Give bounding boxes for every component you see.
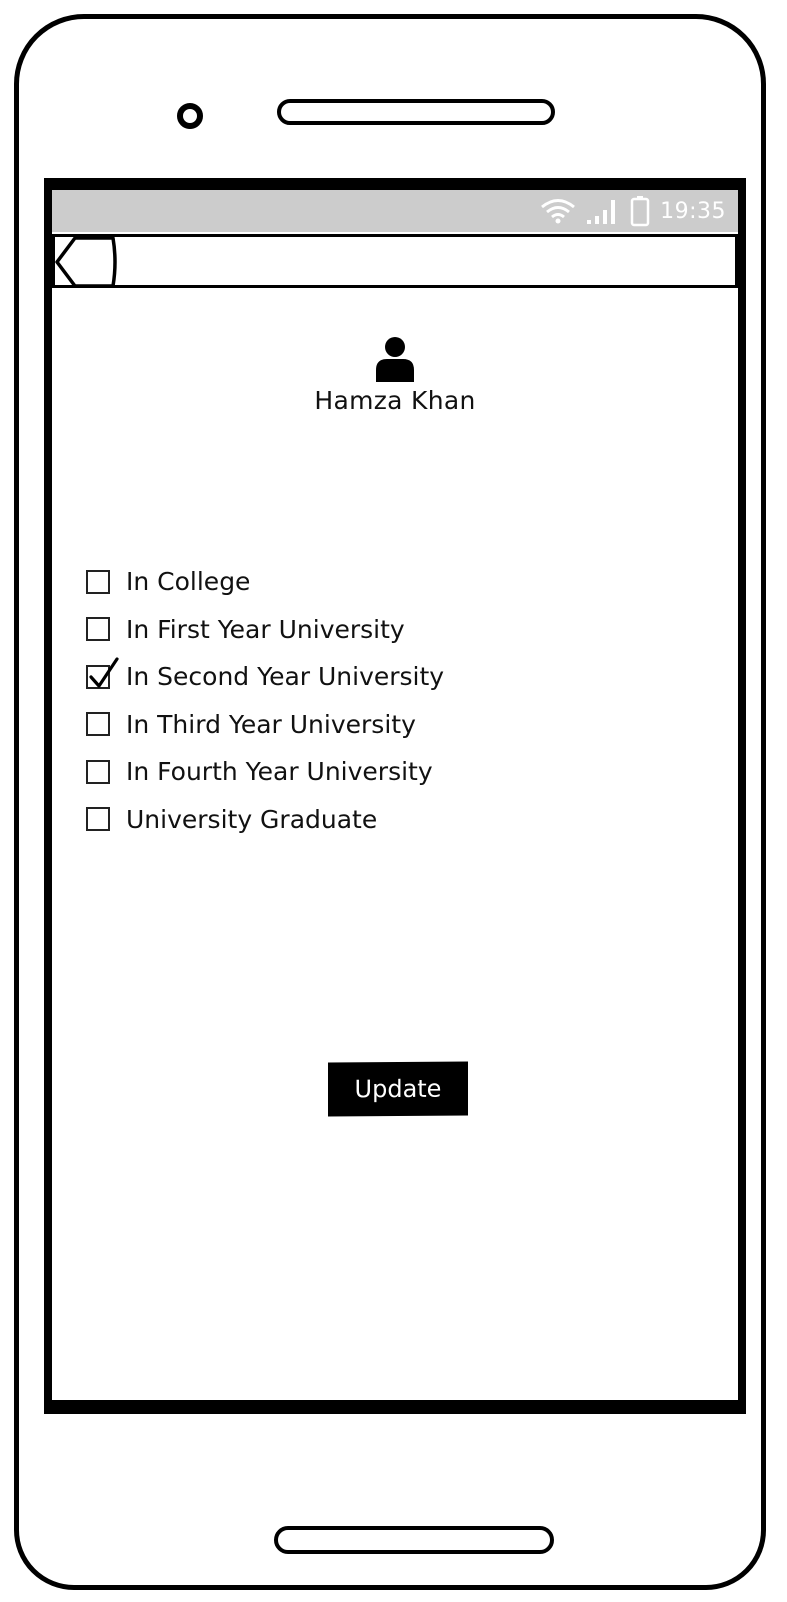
wifi-icon (540, 198, 576, 224)
status-icons: 19:35 (540, 195, 726, 227)
signal-icon (586, 197, 620, 225)
checkbox[interactable] (86, 569, 110, 594)
checkbox[interactable] (86, 807, 110, 832)
back-arrow-icon (55, 236, 117, 288)
battery-icon (630, 195, 650, 227)
back-button[interactable] (55, 235, 121, 289)
status-clock: 19:35 (660, 198, 726, 224)
option-graduate[interactable]: University Graduate (86, 796, 444, 844)
screen: 19:35 Hamza Khan In College In First Yea… (44, 178, 746, 1414)
option-label: In Second Year University (126, 662, 445, 692)
profile-header: Hamza Khan (52, 336, 738, 415)
option-third-year[interactable]: In Third Year University (86, 701, 444, 749)
front-camera (177, 103, 203, 129)
option-label: In First Year University (126, 614, 405, 644)
checkbox[interactable] (86, 759, 110, 784)
option-first-year[interactable]: In First Year University (86, 606, 444, 654)
checkmark-icon (89, 657, 119, 688)
earpiece-speaker (277, 99, 555, 125)
status-bar: 19:35 (52, 190, 738, 232)
option-label: In Third Year University (126, 709, 416, 739)
option-fourth-year[interactable]: In Fourth Year University (86, 748, 444, 796)
option-label: In College (126, 567, 251, 597)
checkbox[interactable] (86, 712, 110, 737)
option-second-year[interactable]: In Second Year University (86, 653, 444, 701)
home-button[interactable] (274, 1526, 554, 1554)
education-status-list: In College In First Year University In S… (86, 558, 444, 843)
user-icon (376, 337, 414, 382)
app-bar (52, 234, 738, 288)
option-label: University Graduate (126, 804, 378, 834)
checkbox[interactable] (86, 617, 110, 642)
option-in-college[interactable]: In College (86, 558, 444, 606)
checkbox-checked[interactable] (86, 657, 119, 689)
user-name: Hamza Khan (314, 386, 476, 415)
option-label: In Fourth Year University (126, 757, 433, 787)
update-button[interactable]: Update (328, 1061, 468, 1117)
